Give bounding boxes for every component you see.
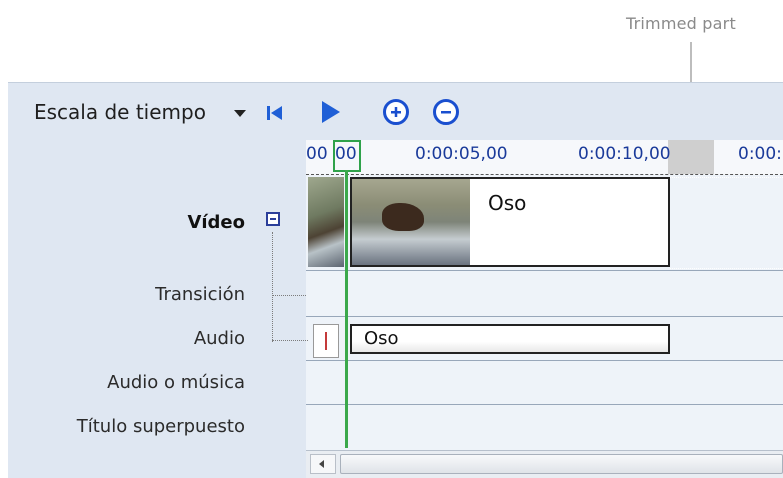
play-icon[interactable] [322,101,340,123]
audio-clip-marker[interactable] [313,324,339,358]
ruler-label-start-a: 00 [306,144,328,164]
ruler-label-15s: 0:00: [738,144,782,164]
track-label-transition: Transición [155,284,245,305]
video-clip-thumbnail [352,179,470,265]
tree-connector [272,295,306,297]
dropdown-arrow-icon[interactable] [234,110,246,117]
go-to-start-icon[interactable] [266,104,284,122]
audio-clip[interactable]: Oso [350,324,670,354]
track-label-audio: Audio [193,328,245,349]
tree-connector [272,340,308,342]
row-divider [306,316,783,317]
bear-image [382,203,424,231]
collapse-video-track-icon[interactable] [266,212,280,226]
audio-clip-title: Oso [364,328,399,349]
row-divider [306,404,783,405]
scroll-left-arrow-icon[interactable] [310,454,336,474]
video-clip-title: Oso [488,191,527,215]
zoom-in-icon[interactable] [383,99,409,125]
scrollbar-thumb[interactable] [340,454,783,474]
ruler-label-10s: 0:00:10,00 [578,144,671,164]
trimmed-region [668,140,714,174]
track-label-music: Audio o música [107,372,245,393]
row-divider [306,360,783,361]
video-clip-thumbnail-small[interactable] [308,177,344,267]
track-label-video: Vídeo [187,212,245,233]
track-label-title-overlay: Título superpuesto [76,416,245,437]
row-divider [306,270,783,271]
trimmed-part-annotation: Trimmed part [626,14,736,33]
trimmed-clip-outline [670,177,783,269]
playhead-ruler-marker[interactable] [333,140,361,172]
playhead-line[interactable] [345,170,348,448]
zoom-out-icon[interactable] [433,99,459,125]
timeline-view-selector[interactable]: Escala de tiempo [34,100,206,124]
ruler-label-5s: 0:00:05,00 [415,144,508,164]
video-clip[interactable]: Oso [350,177,670,267]
tree-connector [272,232,274,342]
